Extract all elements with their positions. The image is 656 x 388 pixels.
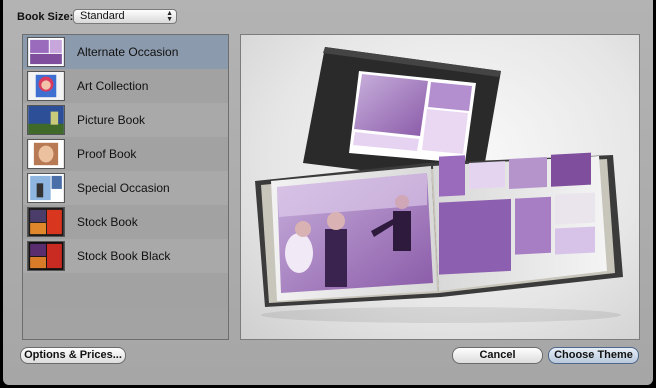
stock-book-black-thumbnail xyxy=(27,241,65,271)
theme-list[interactable]: Alternate Occasion Art Collection Pictur… xyxy=(22,34,229,340)
theme-label: Picture Book xyxy=(77,113,146,127)
picture-book-thumbnail xyxy=(27,105,65,135)
theme-label: Alternate Occasion xyxy=(77,45,179,59)
theme-label: Stock Book Black xyxy=(77,249,171,263)
proof-book-thumbnail xyxy=(27,139,65,169)
theme-item-proof-book[interactable]: Proof Book xyxy=(23,137,228,171)
theme-item-stock-book[interactable]: Stock Book xyxy=(23,205,228,239)
theme-item-alternate-occasion[interactable]: Alternate Occasion xyxy=(23,35,228,69)
theme-item-stock-book-black[interactable]: Stock Book Black xyxy=(23,239,228,273)
up-down-chevron-icon: ▲ ▼ xyxy=(166,10,173,23)
book-preview xyxy=(240,34,640,340)
choose-theme-button[interactable]: Choose Theme xyxy=(548,347,639,364)
list-empty-area xyxy=(23,273,228,307)
theme-item-picture-book[interactable]: Picture Book xyxy=(23,103,228,137)
cancel-button[interactable]: Cancel xyxy=(452,347,543,364)
theme-label: Proof Book xyxy=(77,147,137,161)
options-prices-button[interactable]: Options & Prices... xyxy=(20,347,126,364)
art-collection-thumbnail xyxy=(27,71,65,101)
book-size-label: Book Size: xyxy=(17,11,74,23)
book-size-value: Standard xyxy=(80,10,125,22)
alternate-occasion-thumbnail xyxy=(27,37,65,67)
theme-item-art-collection[interactable]: Art Collection xyxy=(23,69,228,103)
special-occasion-thumbnail xyxy=(27,173,65,203)
open-book xyxy=(255,152,623,307)
stock-book-thumbnail xyxy=(27,207,65,237)
theme-chooser-sheet: Book Size: Standard ▲ ▼ Alternate Occasio… xyxy=(3,0,653,385)
theme-label: Special Occasion xyxy=(77,181,170,195)
book-size-select[interactable]: Standard ▲ ▼ xyxy=(73,9,177,24)
theme-label: Stock Book xyxy=(77,215,138,229)
book-preview-illustration xyxy=(255,47,623,323)
theme-label: Art Collection xyxy=(77,79,149,93)
theme-item-special-occasion[interactable]: Special Occasion xyxy=(23,171,228,205)
